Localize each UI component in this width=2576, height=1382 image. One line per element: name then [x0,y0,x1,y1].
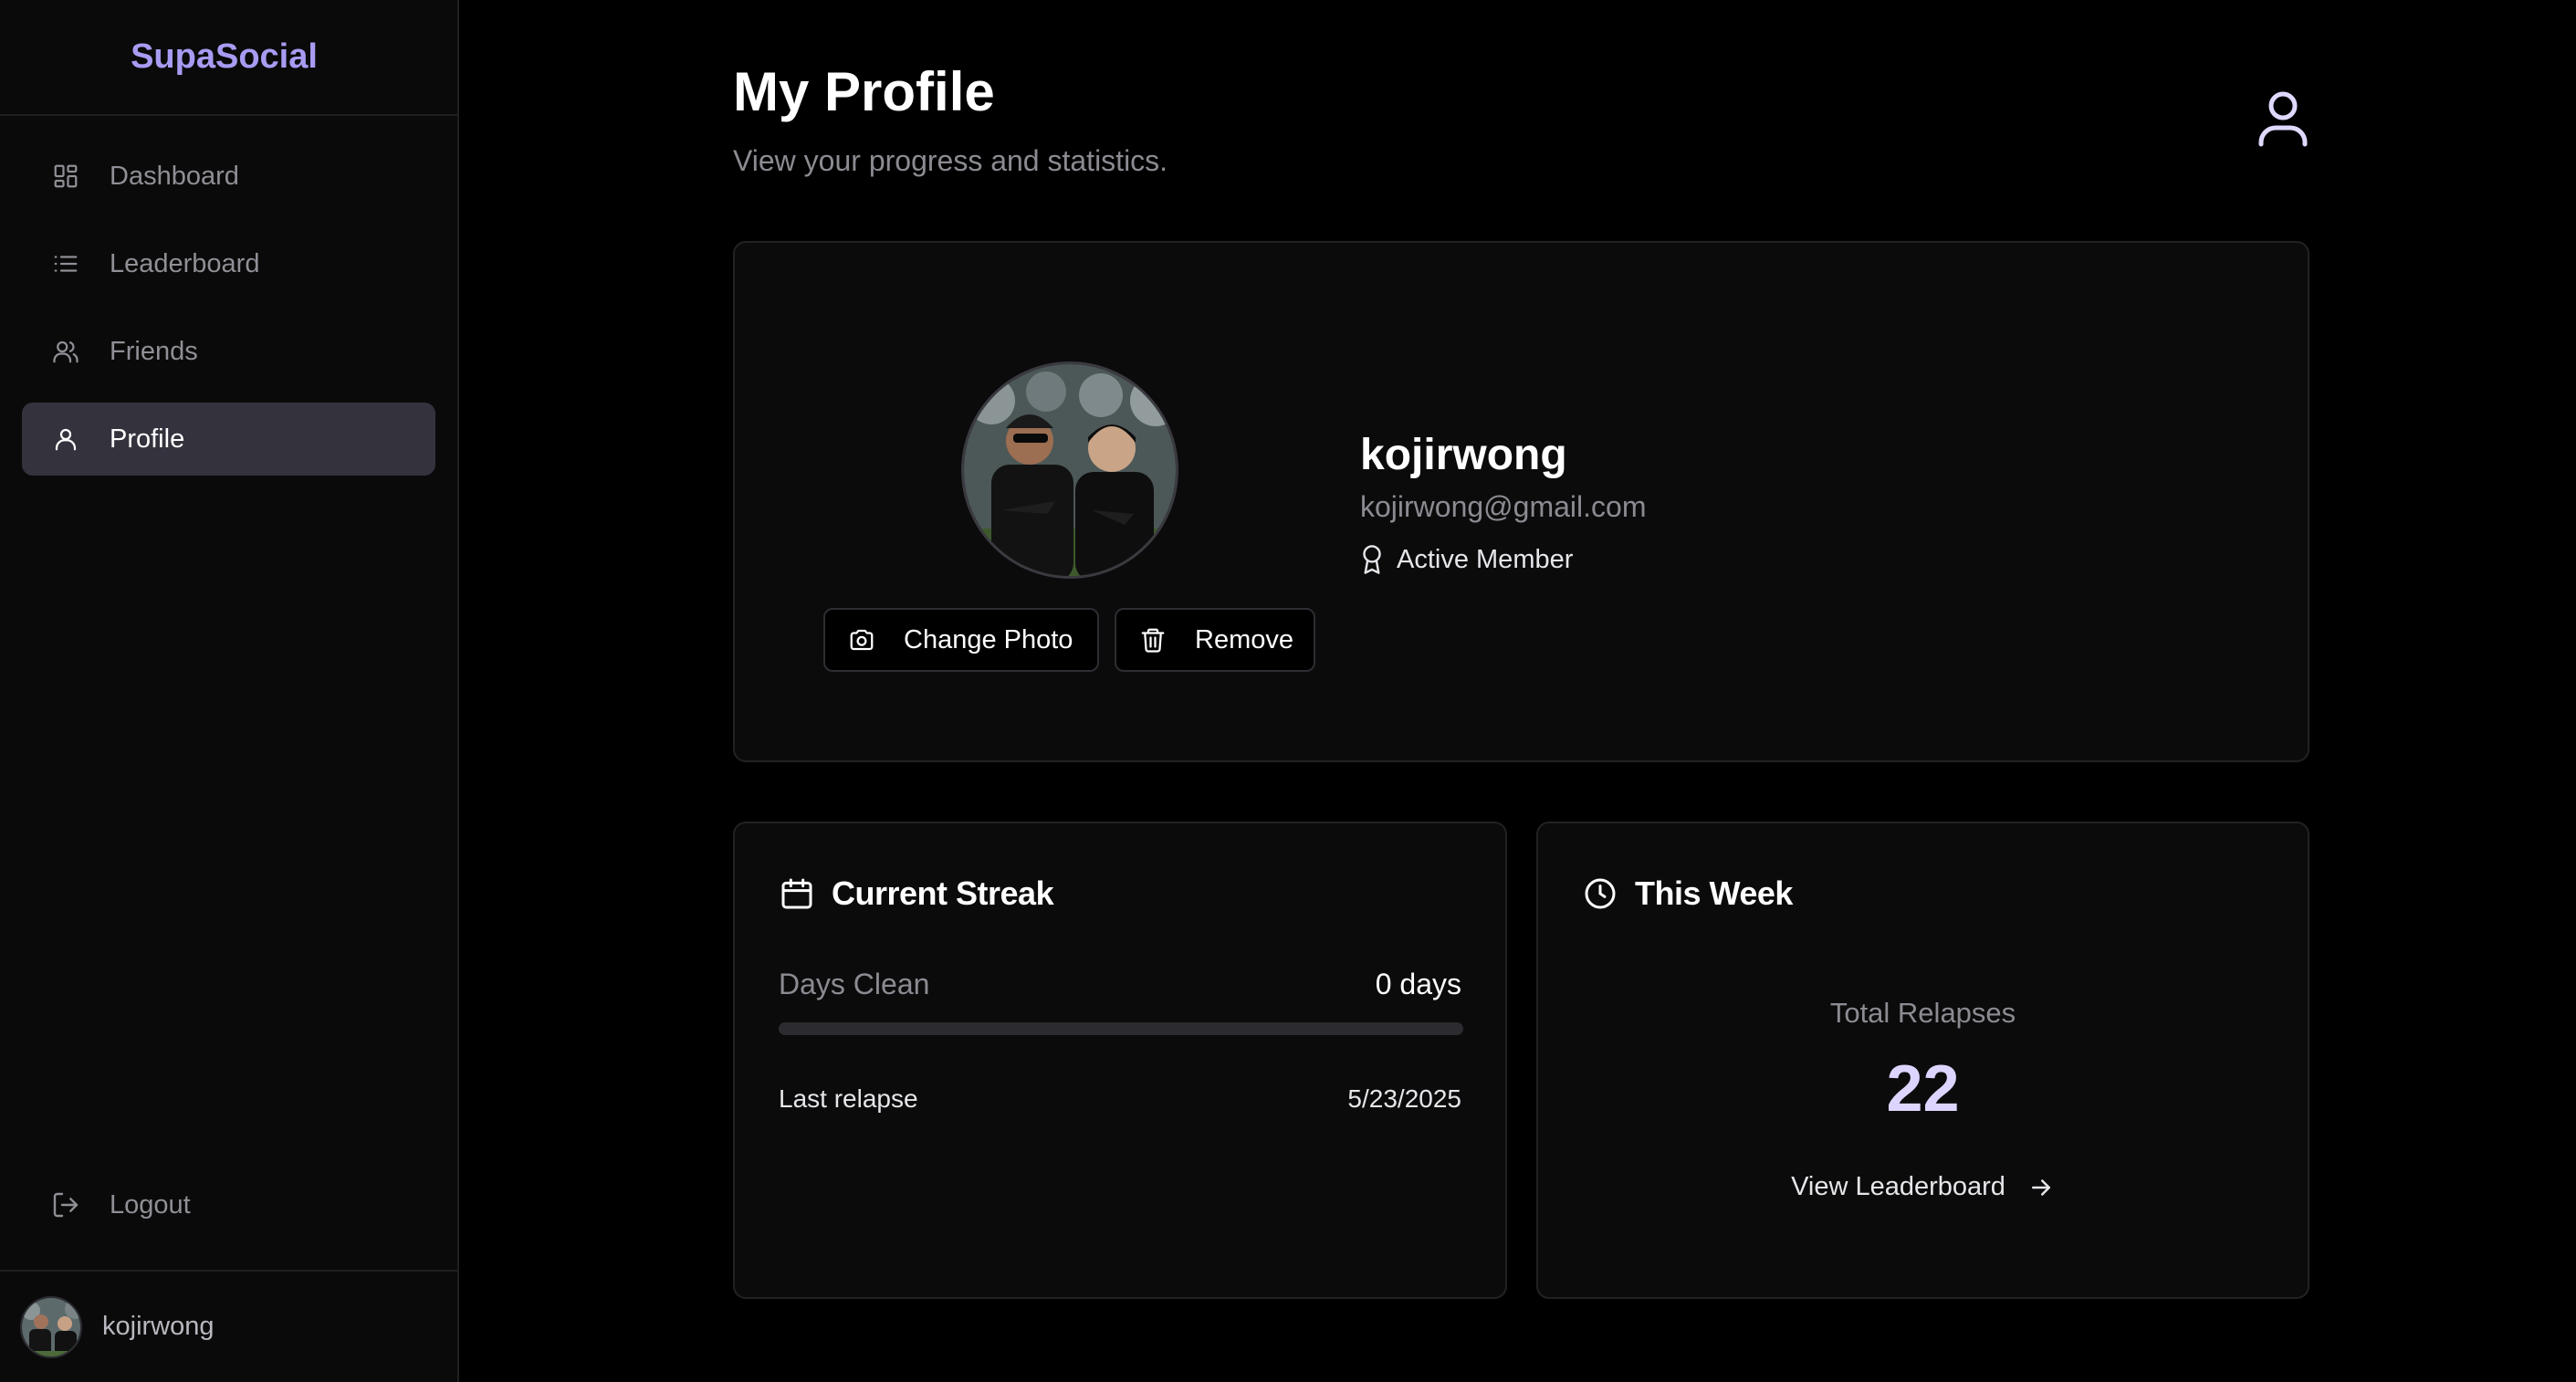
change-photo-button[interactable]: Change Photo [823,608,1099,672]
profile-name: kojirwong [1360,431,1567,479]
list-icon [51,249,80,278]
status-badge: Active Member [1360,544,1573,575]
profile-avatar [961,361,1178,579]
logout-label: Logout [110,1189,191,1220]
sidebar-item-leaderboard[interactable]: Leaderboard [22,227,435,300]
users-icon [51,337,80,366]
days-clean-value: 0 days [1375,968,1461,1000]
camera-icon [847,625,876,654]
calendar-icon [779,875,815,912]
sidebar-nav: Dashboard Leaderboard Friends Profile [0,116,457,476]
sidebar: SupaSocial Dashboard Leaderboard Friends… [0,0,459,1382]
logout-button[interactable]: Logout [22,1168,435,1241]
last-relapse-label: Last relapse [779,1084,918,1113]
award-icon [1360,544,1384,575]
profile-email: kojirwong@gmail.com [1360,490,1647,523]
view-leaderboard-label: View Leaderboard [1791,1172,2005,1201]
user-icon [51,424,80,454]
change-photo-label: Change Photo [904,624,1073,654]
sidebar-item-friends[interactable]: Friends [22,315,435,388]
user-menu-icon[interactable] [2256,89,2310,148]
streak-title: Current Streak [832,874,1054,912]
remove-photo-button[interactable]: Remove [1115,608,1315,672]
avatar [20,1295,82,1358]
sidebar-username: kojirwong [102,1312,215,1341]
week-card: This Week Total Relapses 22 View Leaderb… [1536,822,2309,1299]
badge-label: Active Member [1397,544,1574,574]
arrow-right-icon [2027,1174,2055,1201]
total-relapses-label: Total Relapses [1829,997,2016,1029]
brand-logo[interactable]: SupaSocial [0,0,457,116]
week-title: This Week [1635,874,1793,912]
profile-card: Change Photo Remove kojirwong kojirwong@… [733,241,2309,762]
main-content: My Profile View your progress and statis… [459,0,2576,1382]
clock-icon [1582,875,1618,912]
logout-icon [51,1190,80,1220]
streak-card-header: Current Streak [779,874,1054,913]
total-relapses-value: 22 [1886,1052,1960,1125]
sidebar-item-label: Friends [110,336,198,366]
streak-card: Current Streak Days Clean 0 days Last re… [733,822,1507,1299]
last-relapse-value: 5/23/2025 [1347,1084,1461,1113]
trash-icon [1138,625,1168,654]
sidebar-user[interactable]: kojirwong [0,1270,457,1382]
sidebar-item-dashboard[interactable]: Dashboard [22,140,435,213]
streak-progress-bar [779,1022,1463,1035]
page-subtitle: View your progress and statistics. [733,144,1168,177]
view-leaderboard-link[interactable]: View Leaderboard [1538,1172,2308,1202]
app-root: SupaSocial Dashboard Leaderboard Friends… [0,0,2576,1382]
sidebar-item-label: Leaderboard [110,248,260,278]
sidebar-item-label: Profile [110,424,185,454]
remove-label: Remove [1195,624,1293,654]
sidebar-item-label: Dashboard [110,161,239,191]
sidebar-item-profile[interactable]: Profile [22,403,435,476]
week-card-header: This Week [1582,874,1793,913]
page-title: My Profile [733,61,995,122]
days-clean-label: Days Clean [779,968,930,1000]
grid-icon [51,162,80,191]
